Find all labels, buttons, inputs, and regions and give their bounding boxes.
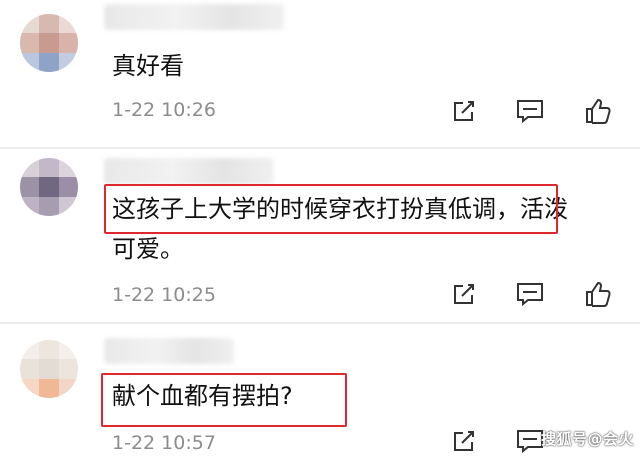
- comment-text: 献个血都有摆拍?: [112, 382, 293, 410]
- share-edit-icon: [454, 431, 474, 451]
- comment-timestamp: 1-22 10:57: [112, 432, 216, 454]
- comment-item: 献个血都有摆拍? 1-22 10:57: [0, 0, 640, 455]
- avatar[interactable]: [20, 340, 78, 398]
- watermark: 搜狐号@会火: [540, 430, 634, 448]
- username-blurred[interactable]: [104, 338, 234, 364]
- share-button[interactable]: [448, 426, 480, 456]
